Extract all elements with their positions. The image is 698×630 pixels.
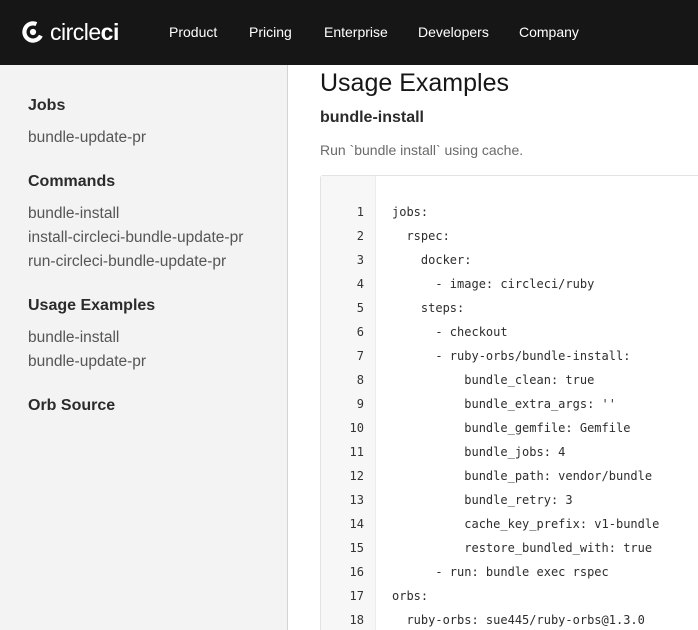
line-number: 15 xyxy=(349,541,364,555)
line-number: 14 xyxy=(349,517,364,531)
sidebar-heading-usage-examples[interactable]: Usage Examples xyxy=(28,296,155,315)
nav-developers[interactable]: Developers xyxy=(418,24,489,41)
code-text: jobs: xyxy=(392,205,429,219)
code-text: bundle_extra_args: '' xyxy=(392,397,616,411)
code-text: - ruby-orbs/bundle-install: xyxy=(392,349,631,363)
sidebar-item-bundle-update-pr-example[interactable]: bundle-update-pr xyxy=(28,352,146,371)
code-text: bundle_gemfile: Gemfile xyxy=(392,421,631,435)
code-line: 16 - run: bundle exec rspec xyxy=(321,560,698,584)
sidebar-item-install-circleci-bundle-update-pr[interactable]: install-circleci-bundle-update-pr xyxy=(28,228,243,247)
code-line: 18 ruby-orbs: sue445/ruby-orbs@1.3.0 xyxy=(321,608,698,630)
line-number: 6 xyxy=(356,325,364,339)
code-line: 3 docker: xyxy=(321,248,698,272)
code-text: - checkout xyxy=(392,325,508,339)
sidebar-heading-commands[interactable]: Commands xyxy=(28,172,115,191)
nav-company[interactable]: Company xyxy=(519,24,579,41)
code-line: 15 restore_bundled_with: true xyxy=(321,536,698,560)
line-number: 11 xyxy=(349,445,364,459)
line-number: 4 xyxy=(356,277,364,291)
code-line: 4 - image: circleci/ruby xyxy=(321,272,698,296)
code-text: steps: xyxy=(392,301,465,315)
code-line: 11 bundle_jobs: 4 xyxy=(321,440,698,464)
line-number: 7 xyxy=(356,349,364,363)
code-text: - image: circleci/ruby xyxy=(392,277,595,291)
sidebar-item-bundle-install-example[interactable]: bundle-install xyxy=(28,328,119,347)
code-line: 7 - ruby-orbs/bundle-install: xyxy=(321,344,698,368)
line-number: 13 xyxy=(349,493,364,507)
line-number: 5 xyxy=(356,301,364,315)
circleci-logo[interactable]: circleci xyxy=(22,19,119,45)
circleci-logo-icon xyxy=(22,21,44,43)
sidebar-heading-orb-source[interactable]: Orb Source xyxy=(28,396,115,415)
code-text: orbs: xyxy=(392,589,429,603)
code-text: bundle_path: vendor/bundle xyxy=(392,469,653,483)
sidebar-heading-jobs[interactable]: Jobs xyxy=(28,96,65,115)
code-line: 10 bundle_gemfile: Gemfile xyxy=(321,416,698,440)
code-text: - run: bundle exec rspec xyxy=(392,565,609,579)
code-text: bundle_retry: 3 xyxy=(392,493,573,507)
line-number: 10 xyxy=(349,421,364,435)
code-line: 2 rspec: xyxy=(321,224,698,248)
line-number: 1 xyxy=(356,205,364,219)
code-text: bundle_clean: true xyxy=(392,373,595,387)
sidebar-item-bundle-update-pr-job[interactable]: bundle-update-pr xyxy=(28,128,146,147)
sidebar: Jobs bundle-update-pr Commands bundle-in… xyxy=(0,65,288,630)
code-text: ruby-orbs: sue445/ruby-orbs@1.3.0 xyxy=(392,613,645,627)
example-title: bundle-install xyxy=(320,109,424,126)
code-line: 17 orbs: xyxy=(321,584,698,608)
line-number: 3 xyxy=(356,253,364,267)
main-content: Usage Examples bundle-install Run `bundl… xyxy=(289,65,698,630)
code-text: docker: xyxy=(392,253,472,267)
line-number: 12 xyxy=(349,469,364,483)
line-number: 18 xyxy=(349,613,364,627)
nav-product[interactable]: Product xyxy=(169,24,217,41)
code-text: bundle_jobs: 4 xyxy=(392,445,566,459)
code-block[interactable]: 1 jobs: 2 rspec: 3 docker: 4 - image: circle… xyxy=(320,175,698,630)
logo-wordmark: circleci xyxy=(50,19,119,45)
example-description: Run `bundle install` using cache. xyxy=(320,142,524,158)
line-number: 2 xyxy=(356,229,364,243)
code-text: rspec: xyxy=(392,229,450,243)
nav-enterprise[interactable]: Enterprise xyxy=(324,24,388,41)
page-title: Usage Examples xyxy=(320,69,509,97)
code-line: 1 jobs: xyxy=(321,200,698,224)
top-navigation-bar: circleci Product Pricing Enterprise Deve… xyxy=(0,0,698,65)
nav-pricing[interactable]: Pricing xyxy=(249,24,292,41)
code-line: 9 bundle_extra_args: '' xyxy=(321,392,698,416)
line-number: 17 xyxy=(349,589,364,603)
code-text: restore_bundled_with: true xyxy=(392,541,653,555)
code-line: 8 bundle_clean: true xyxy=(321,368,698,392)
sidebar-item-run-circleci-bundle-update-pr[interactable]: run-circleci-bundle-update-pr xyxy=(28,252,226,271)
code-line: 13 bundle_retry: 3 xyxy=(321,488,698,512)
code-line: 14 cache_key_prefix: v1-bundle xyxy=(321,512,698,536)
code-line: 6 - checkout xyxy=(321,320,698,344)
code-line: 12 bundle_path: vendor/bundle xyxy=(321,464,698,488)
line-number: 9 xyxy=(356,397,364,411)
sidebar-item-bundle-install-command[interactable]: bundle-install xyxy=(28,204,119,223)
code-line: 5 steps: xyxy=(321,296,698,320)
line-number: 8 xyxy=(356,373,364,387)
line-number: 16 xyxy=(349,565,364,579)
code-text: cache_key_prefix: v1-bundle xyxy=(392,517,660,531)
